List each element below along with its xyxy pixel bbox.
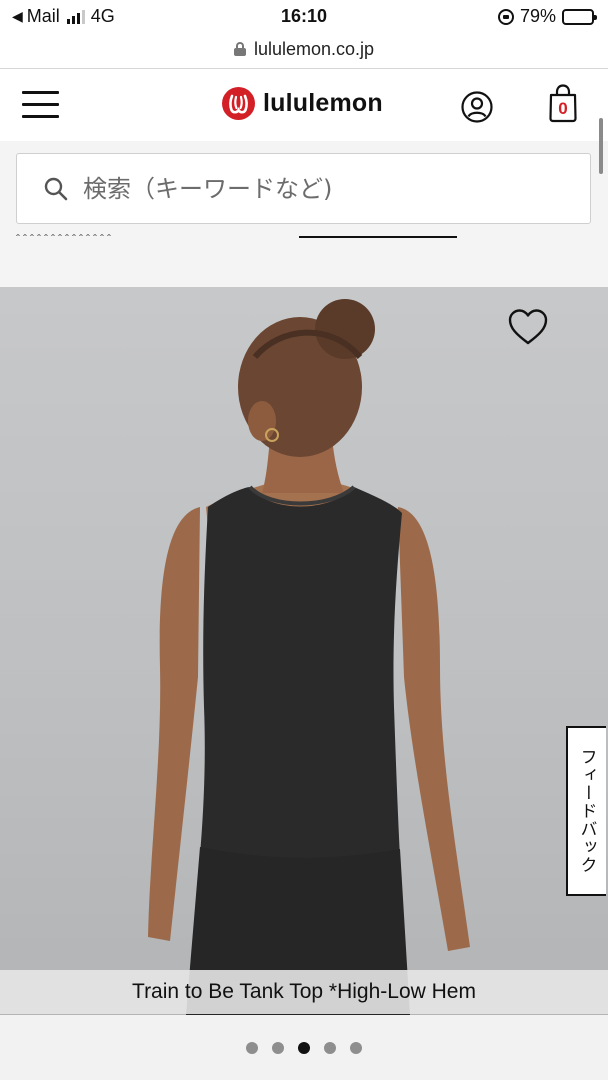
peek-marks: ˆˆˆˆˆˆˆˆˆˆˆˆˆˆ	[16, 232, 114, 242]
orientation-lock-icon	[497, 8, 514, 25]
carousel-dot[interactable]	[272, 1041, 284, 1054]
shopping-bag-icon[interactable]: 0	[548, 83, 578, 123]
address-bar[interactable]: lululemon.co.jp	[0, 32, 608, 66]
heart-icon[interactable]	[506, 307, 550, 347]
battery-icon	[562, 8, 597, 25]
carousel-dot[interactable]	[350, 1041, 362, 1054]
feedback-label: フィードバック	[576, 748, 597, 874]
product-image[interactable]: フィードバック Train to Be Tank Top *High-Low H…	[0, 287, 608, 1015]
carousel-dot[interactable]	[246, 1041, 258, 1054]
url-text[interactable]: lululemon.co.jp	[254, 39, 374, 60]
site-header: lululemon 0	[0, 69, 608, 141]
search-box[interactable]	[16, 153, 591, 224]
search-input[interactable]	[83, 174, 563, 203]
carousel-pagination	[0, 1015, 608, 1080]
lululemon-logo-icon	[222, 87, 255, 120]
status-right: 79%	[497, 6, 597, 27]
search-icon	[44, 177, 68, 200]
search-section: ˆˆˆˆˆˆˆˆˆˆˆˆˆˆ	[0, 141, 608, 287]
brand-logo[interactable]: lululemon	[222, 87, 383, 120]
carousel-dot[interactable]	[324, 1041, 336, 1054]
hidden-nav-peek: ˆˆˆˆˆˆˆˆˆˆˆˆˆˆ	[16, 232, 576, 242]
model-figure	[148, 299, 470, 1015]
lock-icon	[233, 42, 246, 56]
product-name: Train to Be Tank Top *High-Low Hem	[132, 980, 476, 1003]
scrollbar-thumb[interactable]	[599, 118, 603, 174]
menu-icon[interactable]	[22, 89, 60, 119]
status-bar: ◀ Mail 4G 16:10 79%	[0, 0, 608, 34]
feedback-tab[interactable]: フィードバック	[566, 726, 606, 896]
carousel-dot[interactable]	[298, 1041, 310, 1054]
peek-underline	[299, 236, 457, 238]
account-icon[interactable]	[461, 91, 493, 123]
product-caption-bar: Train to Be Tank Top *High-Low Hem	[0, 970, 608, 1014]
logo-text: lululemon	[263, 89, 383, 117]
cart-count: 0	[558, 99, 568, 118]
battery-percent: 79%	[519, 6, 556, 26]
